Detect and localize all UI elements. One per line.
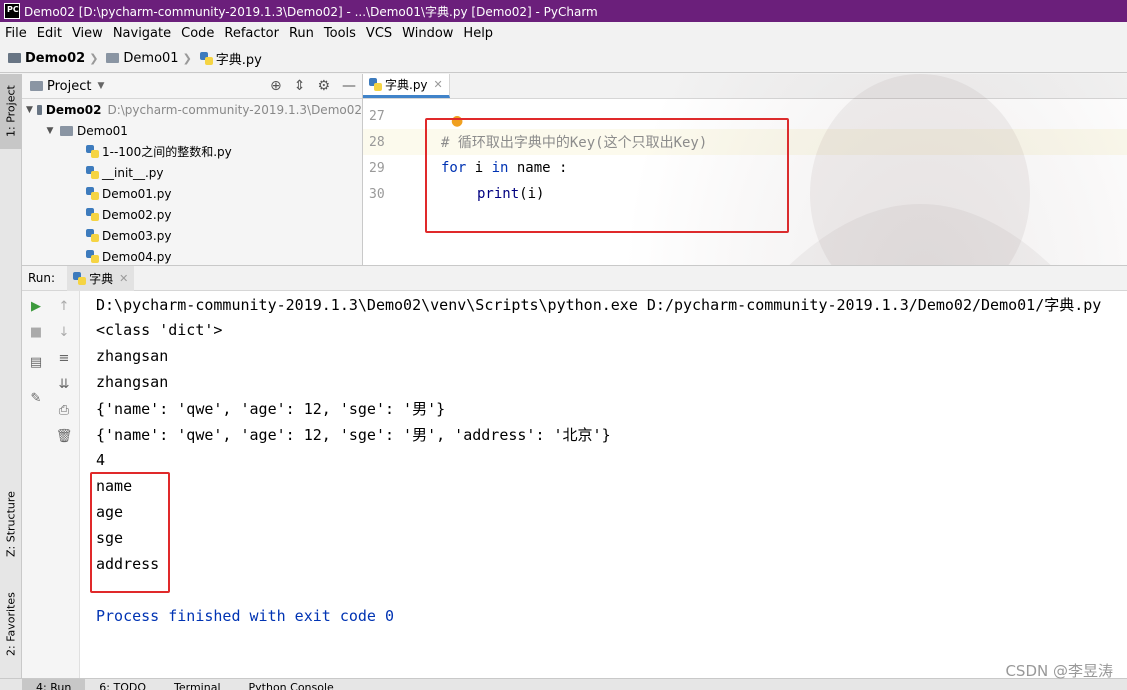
menu-file[interactable]: File — [0, 26, 32, 41]
tree-item-file[interactable]: Demo04.py — [22, 246, 362, 265]
tree-item-file[interactable]: Demo03.py — [22, 225, 362, 246]
run-panel-header: Run: 字典 ✕ — [22, 266, 1127, 291]
menu-help[interactable]: Help — [458, 26, 498, 41]
breadcrumb: Demo02 ❯ Demo01 ❯ 字典.py — [0, 44, 1127, 73]
python-file-icon — [199, 51, 213, 65]
scroll-to-end-icon[interactable]: ⇊ — [54, 375, 74, 393]
stop-icon[interactable]: ■ — [26, 323, 46, 341]
run-tab[interactable]: 字典 ✕ — [67, 266, 135, 291]
tree-item-folder[interactable]: ▼ Demo01 — [22, 120, 362, 141]
chevron-down-icon[interactable]: ▼ — [26, 105, 33, 115]
tree-item-file[interactable]: Demo02.py — [22, 204, 362, 225]
python-file-icon — [86, 166, 99, 179]
python-file-icon — [86, 208, 99, 221]
menu-navigate[interactable]: Navigate — [108, 26, 176, 41]
tree-item-file[interactable]: 1--100之间的整数和.py — [22, 141, 362, 162]
project-panel-header: Project ▼ ⊕ ⇕ ⚙ — — [22, 74, 362, 99]
python-file-icon — [86, 187, 99, 200]
pycharm-logo-icon: PC — [4, 3, 20, 19]
highlight-box-output — [90, 472, 170, 593]
bottom-tool-bar: 4: Run 6: TODO Terminal Python Console — [0, 678, 1127, 690]
menu-vcs[interactable]: VCS — [361, 26, 397, 41]
bottom-tab-todo[interactable]: 6: TODO — [85, 679, 160, 690]
project-panel: Project ▼ ⊕ ⇕ ⚙ — ▼ Demo02 D:\pycharm-co… — [22, 74, 363, 265]
console-output-line: {'name': 'qwe', 'age': 12, 'sge': '男', '… — [96, 425, 611, 444]
console-output-line: 4 — [96, 451, 106, 469]
editor-tab-bar: 字典.py ✕ — [363, 74, 1127, 99]
rerun-icon[interactable]: ▶ — [26, 297, 46, 315]
watermark: CSDN @李昱涛 — [1005, 662, 1113, 680]
locate-icon[interactable]: ⊕ — [270, 78, 282, 94]
gear-icon[interactable]: ⚙ — [317, 78, 330, 94]
tree-item-file[interactable]: __init__.py — [22, 162, 362, 183]
close-icon[interactable]: ✕ — [434, 78, 443, 91]
console-output-line: zhangsan — [96, 373, 169, 391]
breadcrumb-demo02[interactable]: Demo02 ❯ — [8, 51, 102, 66]
window-title: Demo02 [D:\pycharm-community-2019.1.3\De… — [24, 4, 598, 19]
tab-project[interactable]: 1: Project — [0, 74, 22, 149]
menu-code[interactable]: Code — [176, 26, 219, 41]
run-panel: Run: 字典 ✕ ▶ ↑ ■ ↓ ≡ ▤ ⇊ ✎ ⎙ 🗑 D:\pycharm… — [22, 265, 1127, 678]
console-output-line: <class 'dict'> — [96, 321, 223, 339]
chevron-down-icon[interactable]: ▼ — [44, 126, 56, 136]
code-editor[interactable]: 字典.py ✕ 27 28 # 循环取出字典中的Key(这个只取出Key) 29… — [363, 74, 1127, 265]
soft-wrap-icon[interactable]: ≡ — [54, 349, 74, 367]
collapse-all-icon[interactable]: ⇕ — [294, 78, 306, 94]
project-view-selector[interactable]: Project — [47, 79, 91, 94]
tab-favorites[interactable]: 2: Favorites — [0, 579, 22, 669]
folder-icon — [106, 53, 120, 63]
python-file-icon — [86, 250, 99, 263]
bottom-tab-run[interactable]: 4: Run — [22, 679, 86, 690]
trash-icon[interactable]: 🗑 — [54, 427, 74, 445]
bottom-tab-terminal[interactable]: Terminal — [160, 679, 235, 690]
tree-item-root[interactable]: ▼ Demo02 D:\pycharm-community-2019.1.3\D… — [22, 99, 362, 120]
menu-run[interactable]: Run — [284, 26, 319, 41]
tab-structure[interactable]: Z: Structure — [0, 479, 22, 569]
python-file-icon — [73, 271, 87, 285]
layout-icon[interactable]: ▤ — [26, 353, 46, 371]
breadcrumb-file[interactable]: 字典.py — [199, 49, 262, 68]
menu-refactor[interactable]: Refactor — [219, 26, 284, 41]
menu-bar: File Edit View Navigate Code Refactor Ru… — [0, 22, 1127, 44]
bottom-tab-python-console[interactable]: Python Console — [235, 679, 348, 690]
project-view-icon — [30, 81, 43, 91]
console-output-line: zhangsan — [96, 347, 169, 365]
minimize-icon[interactable]: — — [342, 78, 356, 94]
process-finished-line: Process finished with exit code 0 — [96, 607, 395, 625]
folder-icon — [36, 104, 42, 115]
editor-tab-file[interactable]: 字典.py ✕ — [363, 74, 450, 98]
python-file-icon — [369, 77, 382, 91]
tree-item-file[interactable]: Demo01.py — [22, 183, 362, 204]
menu-edit[interactable]: Edit — [32, 26, 67, 41]
chevron-right-icon: ❯ — [182, 51, 192, 65]
chevron-right-icon: ❯ — [89, 51, 99, 65]
highlight-box-code — [425, 118, 789, 233]
run-label: Run: — [28, 271, 56, 285]
menu-view[interactable]: View — [67, 26, 108, 41]
folder-icon — [8, 53, 21, 63]
window-title-bar: PC Demo02 [D:\pycharm-community-2019.1.3… — [0, 0, 1127, 22]
print-icon[interactable]: ⎙ — [54, 401, 74, 419]
menu-tools[interactable]: Tools — [319, 26, 361, 41]
breadcrumb-demo01[interactable]: Demo01 ❯ — [106, 51, 195, 66]
folder-icon — [60, 125, 73, 136]
console-output-line: D:\pycharm-community-2019.1.3\Demo02\ven… — [96, 295, 1102, 314]
pin-icon[interactable]: ✎ — [26, 389, 46, 407]
chevron-down-icon[interactable]: ▼ — [97, 81, 104, 91]
run-toolbar: ▶ ↑ ■ ↓ ≡ ▤ ⇊ ✎ ⎙ 🗑 — [22, 291, 80, 678]
left-tool-strip: 1: Project Z: Structure 2: Favorites — [0, 74, 22, 690]
python-file-icon — [86, 229, 99, 242]
up-arrow-icon[interactable]: ↑ — [54, 297, 74, 315]
console-output-line: {'name': 'qwe', 'age': 12, 'sge': '男'} — [96, 399, 446, 418]
python-file-icon — [86, 145, 99, 158]
close-icon[interactable]: ✕ — [119, 272, 128, 285]
menu-window[interactable]: Window — [397, 26, 458, 41]
down-arrow-icon[interactable]: ↓ — [54, 323, 74, 341]
